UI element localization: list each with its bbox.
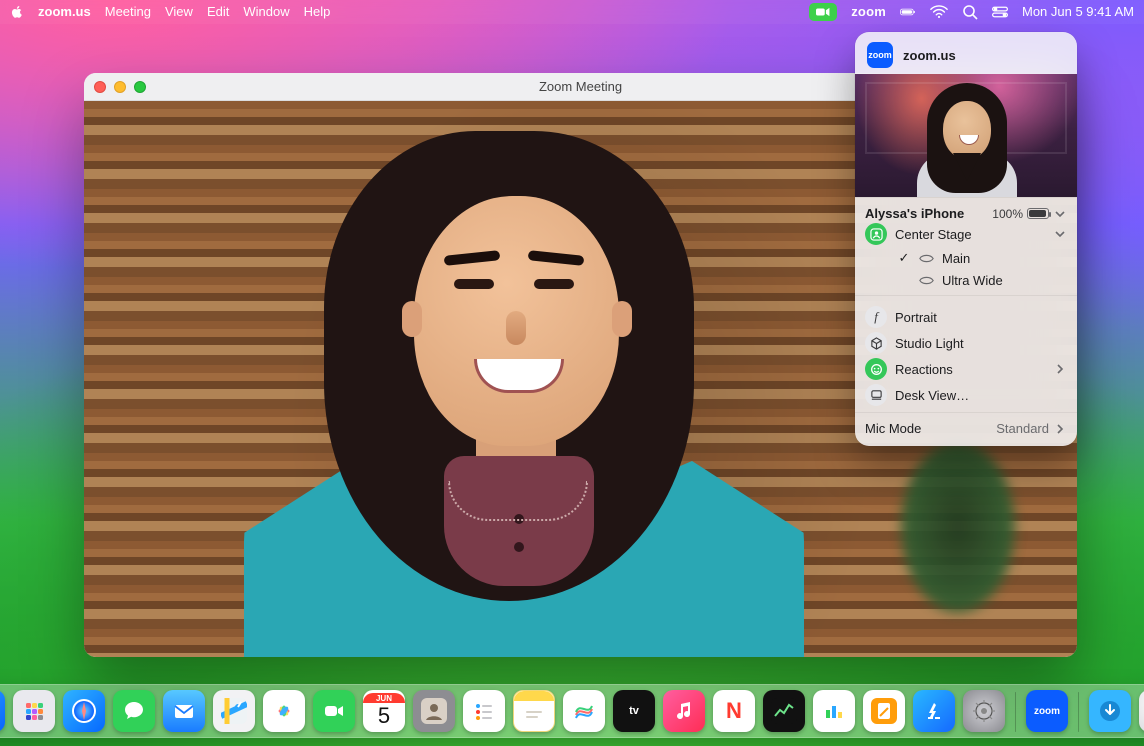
window-close-button[interactable] [94, 81, 106, 93]
dock-news[interactable]: N [713, 690, 755, 732]
battery-status-icon[interactable] [900, 4, 916, 20]
dock-downloads[interactable] [1089, 690, 1131, 732]
wifi-status-icon[interactable] [930, 5, 948, 19]
dock-zoom[interactable]: zoom [1026, 690, 1068, 732]
desk-view-icon [865, 384, 887, 406]
menu-help[interactable]: Help [304, 0, 331, 24]
dock-numbers[interactable] [813, 690, 855, 732]
menu-edit[interactable]: Edit [207, 0, 229, 24]
menu-bar: zoom.us Meeting View Edit Window Help zo… [0, 0, 1144, 24]
dock-pages[interactable] [863, 690, 905, 732]
desk-view-row[interactable]: Desk View… [865, 382, 1067, 408]
control-center-icon[interactable] [992, 4, 1008, 20]
chevron-right-icon [1053, 362, 1067, 376]
dock-freeform[interactable] [563, 690, 605, 732]
dock-safari[interactable] [63, 690, 105, 732]
check-placeholder [897, 273, 911, 288]
dock-facetime[interactable] [313, 690, 355, 732]
zoom-video-status-icon[interactable] [809, 3, 837, 21]
chevron-right-icon [1053, 422, 1067, 436]
desk-view-label: Desk View… [895, 388, 1067, 403]
reactions-label: Reactions [895, 362, 1045, 377]
desktop: zoom.us Meeting View Edit Window Help zo… [0, 0, 1144, 746]
menu-meeting[interactable]: Meeting [105, 0, 151, 24]
preview-person-illustration [909, 79, 1025, 197]
center-stage-row[interactable]: Center Stage [865, 221, 1067, 247]
battery-icon [1027, 208, 1049, 219]
reactions-icon [865, 358, 887, 380]
dock: JUN5 tv N zoom [0, 684, 1144, 738]
camera-option-label: Ultra Wide [942, 273, 1067, 288]
dock-maps[interactable] [213, 690, 255, 732]
window-zoom-button[interactable] [134, 81, 146, 93]
dock-separator [1078, 692, 1079, 732]
lens-icon [919, 275, 934, 286]
menubar-zoom-label[interactable]: zoom [851, 0, 886, 24]
dock-trash[interactable] [1139, 690, 1144, 732]
check-icon: ✓ [897, 250, 911, 266]
dock-notes[interactable] [513, 690, 555, 732]
mic-mode-value: Standard [996, 421, 1049, 436]
dock-finder[interactable] [0, 690, 5, 732]
calendar-month: JUN [363, 693, 405, 703]
camera-device-name: Alyssa's iPhone [865, 206, 964, 221]
dock-appstore[interactable] [913, 690, 955, 732]
dock-music[interactable] [663, 690, 705, 732]
menubar-clock[interactable]: Mon Jun 5 9:41 AM [1022, 0, 1134, 24]
dock-photos[interactable] [263, 690, 305, 732]
menu-view[interactable]: View [165, 0, 193, 24]
portrait-label: Portrait [895, 310, 1067, 325]
participant-illustration [204, 101, 824, 657]
dock-mail[interactable] [163, 690, 205, 732]
spotlight-icon[interactable] [962, 4, 978, 20]
camera-option-label: Main [942, 251, 1067, 266]
studio-light-row[interactable]: Studio Light [865, 330, 1067, 356]
dock-messages[interactable] [113, 690, 155, 732]
camera-option-ultrawide[interactable]: Ultra Wide [897, 269, 1067, 291]
window-minimize-button[interactable] [114, 81, 126, 93]
center-stage-icon [865, 223, 887, 245]
camera-preview [855, 74, 1077, 197]
app-menu[interactable]: zoom.us [38, 0, 91, 24]
center-stage-label: Center Stage [895, 227, 1045, 242]
lens-icon [919, 253, 934, 264]
reactions-row[interactable]: Reactions [865, 356, 1067, 382]
calendar-day: 5 [378, 703, 390, 729]
window-title: Zoom Meeting [539, 79, 622, 94]
panel-app-name: zoom.us [903, 48, 956, 63]
studio-light-icon [865, 332, 887, 354]
dock-launchpad[interactable] [13, 690, 55, 732]
camera-battery-percent: 100% [992, 207, 1023, 221]
studio-light-label: Studio Light [895, 336, 1067, 351]
portrait-row[interactable]: f Portrait [865, 304, 1067, 330]
dock-settings[interactable] [963, 690, 1005, 732]
dock-contacts[interactable] [413, 690, 455, 732]
dock-reminders[interactable] [463, 690, 505, 732]
mic-mode-label: Mic Mode [865, 421, 921, 436]
center-stage-disclosure-icon[interactable] [1053, 227, 1067, 241]
apple-menu-icon[interactable] [10, 5, 24, 19]
dock-appletv[interactable]: tv [613, 690, 655, 732]
mic-mode-row[interactable]: Mic Mode Standard [855, 412, 1077, 446]
device-disclosure-icon[interactable] [1053, 207, 1067, 221]
dock-calendar[interactable]: JUN5 [363, 690, 405, 732]
video-control-panel: zoom zoom.us Alyssa's iPhone 100% [855, 32, 1077, 446]
dock-stocks[interactable] [763, 690, 805, 732]
menu-window[interactable]: Window [243, 0, 289, 24]
camera-option-main[interactable]: ✓ Main [897, 247, 1067, 269]
zoom-app-icon: zoom [867, 42, 893, 68]
aperture-icon: f [865, 306, 887, 328]
dock-separator [1015, 692, 1016, 732]
